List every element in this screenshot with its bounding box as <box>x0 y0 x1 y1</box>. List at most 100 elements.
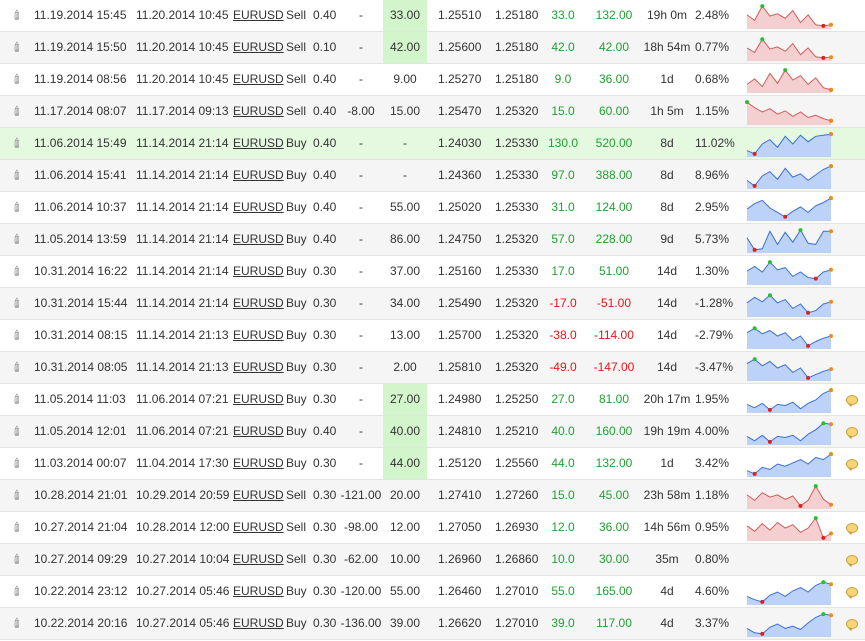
symbol-link[interactable]: EURUSD <box>233 160 284 191</box>
paperclip-icon[interactable]: ✐ <box>2 1 32 31</box>
symbol-link[interactable]: EURUSD <box>233 416 284 447</box>
symbol-link[interactable]: EURUSD <box>233 576 284 607</box>
attachment-cell[interactable]: ✐ <box>8 352 26 383</box>
attachment-cell[interactable]: ✐ <box>8 448 26 479</box>
attachment-cell[interactable]: ✐ <box>8 384 26 415</box>
paperclip-icon[interactable]: ✐ <box>2 161 32 191</box>
symbol-link[interactable]: EURUSD <box>233 192 284 223</box>
sparkline-min-dot <box>806 310 811 315</box>
comment-cell[interactable] <box>845 416 859 447</box>
attachment-cell[interactable]: ✐ <box>8 576 26 607</box>
trade-action: Buy <box>286 328 307 342</box>
symbol-link[interactable]: EURUSD <box>233 128 284 159</box>
trade-row: ✐ 11.05.2014 13:59 11.14.2014 21:14 EURUSD B… <box>0 224 865 256</box>
paperclip-icon[interactable]: ✐ <box>2 481 32 511</box>
trade-action: Buy <box>286 392 307 406</box>
sparkline-area <box>747 295 831 317</box>
attachment-cell[interactable]: ✐ <box>8 512 26 543</box>
paperclip-icon[interactable]: ✐ <box>2 65 32 95</box>
close-price: 1.25330 <box>495 264 539 278</box>
symbol-link[interactable]: EURUSD <box>233 608 284 639</box>
attachment-cell[interactable]: ✐ <box>8 160 26 191</box>
comment-cell[interactable] <box>845 448 859 479</box>
symbol-link[interactable]: EURUSD <box>233 320 284 351</box>
comment-bubble-icon[interactable] <box>846 587 858 599</box>
paperclip-icon[interactable]: ✐ <box>2 449 32 479</box>
sparkline-cell <box>745 195 833 221</box>
paperclip-icon[interactable]: ✐ <box>2 545 32 575</box>
comment-cell[interactable] <box>845 608 859 639</box>
lots: 0.10 <box>313 40 337 54</box>
comment-cell[interactable] <box>845 384 859 415</box>
comment-bubble-icon[interactable] <box>846 427 858 439</box>
stop-loss: -120.00 <box>340 584 382 598</box>
trade-row: ✐ 10.28.2014 21:01 10.29.2014 20:59 EURUSD S… <box>0 480 865 512</box>
close-price: 1.25330 <box>495 168 539 182</box>
symbol-link[interactable]: EURUSD <box>233 224 284 255</box>
attachment-cell[interactable]: ✐ <box>8 608 26 639</box>
symbol-link[interactable]: EURUSD <box>233 64 284 95</box>
comment-bubble-icon[interactable] <box>846 395 858 407</box>
attachment-cell[interactable]: ✐ <box>8 64 26 95</box>
symbol-link[interactable]: EURUSD <box>233 96 284 127</box>
attachment-cell[interactable]: ✐ <box>8 416 26 447</box>
sparkline-cell <box>745 3 833 29</box>
open-date: 11.05.2014 11:03 <box>34 392 126 406</box>
paperclip-icon[interactable]: ✐ <box>2 193 32 223</box>
paperclip-icon[interactable]: ✐ <box>2 33 32 63</box>
pips: 15.0 <box>551 104 575 118</box>
symbol-link[interactable]: EURUSD <box>233 288 284 319</box>
symbol-link[interactable]: EURUSD <box>233 256 284 287</box>
symbol-link[interactable]: EURUSD <box>233 544 284 575</box>
attachment-cell[interactable]: ✐ <box>8 128 26 159</box>
comment-bubble-icon[interactable] <box>846 523 858 535</box>
comment-bubble-icon[interactable] <box>846 555 858 567</box>
sparkline-area <box>747 359 831 381</box>
attachment-cell[interactable]: ✐ <box>8 288 26 319</box>
close-price: 1.25250 <box>495 392 539 406</box>
paperclip-icon[interactable]: ✐ <box>2 97 32 127</box>
comment-cell[interactable] <box>845 512 859 543</box>
attachment-cell[interactable]: ✐ <box>8 224 26 255</box>
paperclip-icon[interactable]: ✐ <box>2 385 32 415</box>
symbol-link[interactable]: EURUSD <box>233 480 284 511</box>
attachment-cell[interactable]: ✐ <box>8 256 26 287</box>
paperclip-icon[interactable]: ✐ <box>2 577 32 607</box>
attachment-cell[interactable]: ✐ <box>8 192 26 223</box>
symbol-link[interactable]: EURUSD <box>233 384 284 415</box>
paperclip-icon[interactable]: ✐ <box>2 257 32 287</box>
comment-bubble-icon[interactable] <box>846 619 858 631</box>
open-date: 10.22.2014 23:12 <box>34 584 128 598</box>
paperclip-icon[interactable]: ✐ <box>2 609 32 639</box>
symbol-link[interactable]: EURUSD <box>233 352 284 383</box>
paperclip-icon[interactable]: ✐ <box>2 289 32 319</box>
comment-cell[interactable] <box>845 544 859 575</box>
symbol-link[interactable]: EURUSD <box>233 0 284 31</box>
profit: 81.00 <box>598 392 630 406</box>
attachment-cell[interactable]: ✐ <box>8 480 26 511</box>
attachment-cell[interactable]: ✐ <box>8 32 26 63</box>
open-date: 11.06.2014 15:41 <box>34 168 127 182</box>
close-date: 11.14.2014 21:14 <box>136 232 229 246</box>
attachment-cell[interactable]: ✐ <box>8 96 26 127</box>
comment-bubble-icon[interactable] <box>846 459 858 471</box>
symbol-link[interactable]: EURUSD <box>233 448 284 479</box>
profit: 124.00 <box>595 200 633 214</box>
paperclip-icon[interactable]: ✐ <box>2 513 32 543</box>
attachment-cell[interactable]: ✐ <box>8 0 26 31</box>
trade-action: Buy <box>286 232 307 246</box>
paperclip-icon[interactable]: ✐ <box>2 225 32 255</box>
trade-sparkline <box>746 196 833 221</box>
trade-sparkline <box>746 4 833 29</box>
attachment-cell[interactable]: ✐ <box>8 320 26 351</box>
paperclip-icon[interactable]: ✐ <box>2 321 32 351</box>
symbol-link[interactable]: EURUSD <box>233 512 284 543</box>
paperclip-icon[interactable]: ✐ <box>2 353 32 383</box>
attachment-cell[interactable]: ✐ <box>8 544 26 575</box>
sparkline-last-dot <box>829 196 833 201</box>
symbol-link[interactable]: EURUSD <box>233 32 284 63</box>
paperclip-icon[interactable]: ✐ <box>2 417 32 447</box>
sparkline-cell <box>745 163 833 189</box>
comment-cell[interactable] <box>845 576 859 607</box>
paperclip-icon[interactable]: ✐ <box>2 129 32 159</box>
